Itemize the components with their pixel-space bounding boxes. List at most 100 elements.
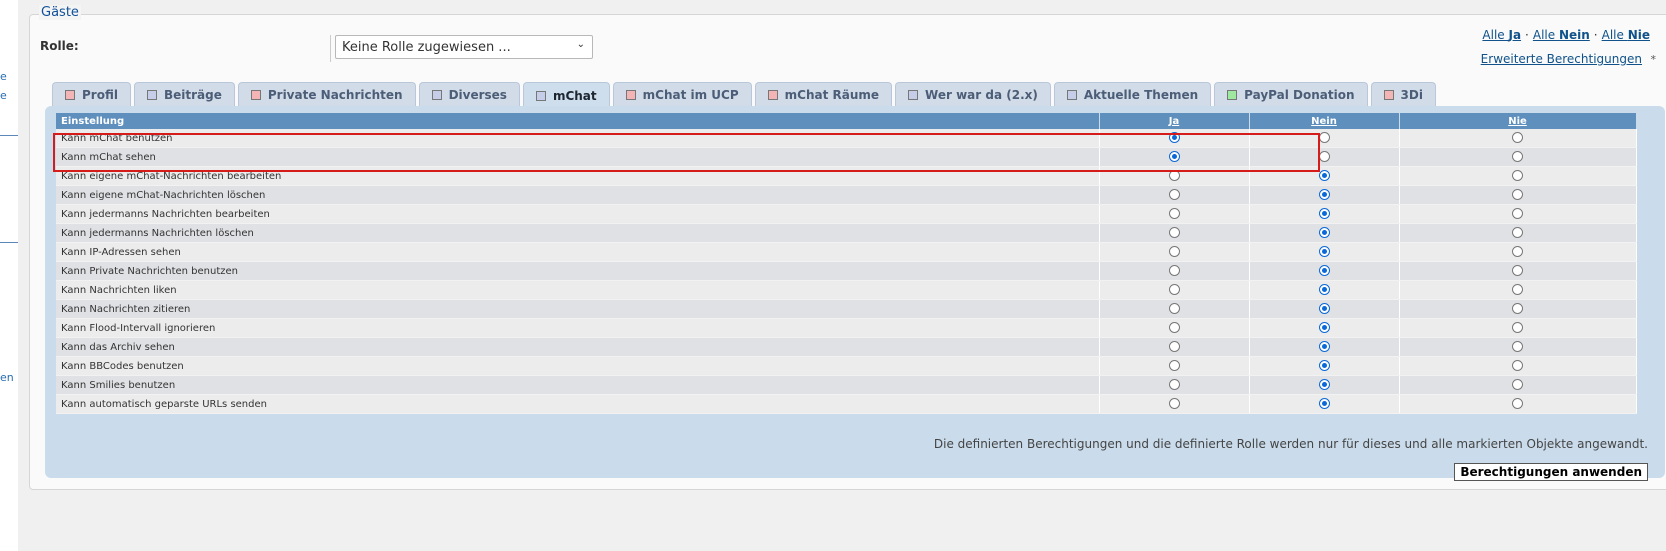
- category-color-icon: [250, 90, 261, 100]
- radio-never[interactable]: [1512, 151, 1523, 163]
- all-yes-link[interactable]: Alle Ja: [1482, 28, 1521, 42]
- tab-private-nachrichten[interactable]: Private Nachrichten: [237, 82, 416, 107]
- radio-no[interactable]: [1318, 265, 1330, 277]
- permission-label: Kann IP-Adressen sehen: [56, 242, 1100, 262]
- tab-aktuelle-themen[interactable]: Aktuelle Themen: [1053, 82, 1212, 107]
- radio-yes[interactable]: [1168, 227, 1180, 239]
- apply-permissions-button[interactable]: Berechtigungen anwenden: [1454, 463, 1648, 481]
- permission-label: Kann BBCodes benutzen: [56, 356, 1100, 376]
- radio-yes[interactable]: [1168, 170, 1180, 182]
- table-row: Kann automatisch geparste URLs senden: [56, 394, 1637, 414]
- table-row: Kann das Archiv sehen: [56, 337, 1637, 357]
- radio-no[interactable]: [1318, 360, 1330, 372]
- radio-no[interactable]: [1318, 379, 1330, 391]
- all-no-link[interactable]: Alle Nein: [1533, 28, 1590, 42]
- radio-yes[interactable]: [1168, 379, 1180, 391]
- radio-yes[interactable]: [1168, 303, 1180, 315]
- radio-never[interactable]: [1512, 303, 1523, 315]
- sidebar-fragment[interactable]: e: [0, 89, 7, 102]
- advanced-permissions-link[interactable]: Erweiterte Berechtigungen: [1481, 52, 1642, 66]
- radio-never[interactable]: [1512, 360, 1523, 372]
- radio-yes[interactable]: [1168, 246, 1180, 258]
- radio-never[interactable]: [1512, 170, 1523, 182]
- radio-no[interactable]: [1318, 341, 1330, 353]
- role-select-value: Keine Rolle zugewiesen ...: [342, 40, 511, 55]
- tab-wer-war-da-2-x[interactable]: Wer war da (2.x): [895, 82, 1051, 107]
- table-row: Kann jedermanns Nachrichten bearbeiten: [56, 204, 1637, 224]
- radio-no[interactable]: [1318, 208, 1330, 220]
- tab-label: 3Di: [1400, 88, 1423, 102]
- cell-yes: [1099, 318, 1250, 338]
- all-never-link[interactable]: Alle Nie: [1602, 28, 1650, 42]
- left-sidebar-edge: e e en: [0, 0, 18, 551]
- quick-links: Alle Ja · Alle Nein · Alle Nie: [1482, 28, 1650, 42]
- tab-label: mChat im UCP: [642, 88, 739, 102]
- tab-3di[interactable]: 3Di: [1370, 82, 1436, 107]
- cell-never: [1399, 129, 1637, 148]
- radio-never[interactable]: [1512, 341, 1523, 353]
- radio-no[interactable]: [1318, 151, 1330, 163]
- tab-diverses[interactable]: Diverses: [418, 82, 520, 107]
- tab-mchat[interactable]: mChat: [522, 82, 610, 108]
- table-header-row: Einstellung Ja Nein Nie: [56, 113, 1637, 129]
- radio-never[interactable]: [1512, 379, 1523, 391]
- radio-yes[interactable]: [1168, 208, 1180, 220]
- radio-no[interactable]: [1318, 284, 1330, 296]
- chevron-down-icon: ⌄: [576, 39, 585, 50]
- sidebar-divider: [0, 242, 18, 243]
- tab-label: Profil: [82, 88, 118, 102]
- header-never: Nie: [1399, 113, 1637, 129]
- radio-never[interactable]: [1512, 189, 1523, 201]
- tab-beiträge[interactable]: Beiträge: [133, 82, 235, 107]
- tab-label: Private Nachrichten: [267, 88, 403, 102]
- tab-label: Wer war da (2.x): [925, 88, 1038, 102]
- radio-yes[interactable]: [1168, 189, 1180, 201]
- radio-yes[interactable]: [1168, 341, 1180, 353]
- radio-yes[interactable]: [1168, 132, 1180, 144]
- select-all-yes-link[interactable]: Ja: [1169, 116, 1179, 127]
- radio-never[interactable]: [1512, 132, 1523, 144]
- cell-never: [1399, 280, 1637, 300]
- header-no: Nein: [1249, 113, 1400, 129]
- radio-never[interactable]: [1512, 208, 1523, 220]
- tab-mchat-im-ucp[interactable]: mChat im UCP: [612, 82, 752, 107]
- radio-no[interactable]: [1318, 303, 1330, 315]
- radio-no[interactable]: [1318, 322, 1330, 334]
- cell-no: [1249, 375, 1400, 395]
- radio-never[interactable]: [1512, 398, 1523, 410]
- radio-yes[interactable]: [1168, 360, 1180, 372]
- radio-never[interactable]: [1512, 322, 1523, 334]
- radio-no[interactable]: [1318, 189, 1330, 201]
- radio-never[interactable]: [1512, 284, 1523, 296]
- category-color-icon: [535, 90, 546, 101]
- radio-never[interactable]: [1512, 227, 1523, 239]
- radio-yes[interactable]: [1168, 322, 1180, 334]
- radio-no[interactable]: [1318, 246, 1330, 258]
- cell-no: [1249, 337, 1400, 357]
- tab-profil[interactable]: Profil: [52, 82, 131, 107]
- radio-never[interactable]: [1512, 265, 1523, 277]
- select-all-no-link[interactable]: Nein: [1311, 116, 1337, 127]
- radio-never[interactable]: [1512, 246, 1523, 258]
- radio-yes[interactable]: [1168, 151, 1180, 163]
- radio-no[interactable]: [1318, 170, 1330, 182]
- radio-no[interactable]: [1318, 398, 1330, 410]
- radio-no[interactable]: [1318, 132, 1330, 144]
- sidebar-fragment[interactable]: e: [0, 70, 7, 83]
- cell-yes: [1099, 185, 1250, 205]
- tab-mchat-räume[interactable]: mChat Räume: [754, 82, 893, 107]
- radio-yes[interactable]: [1168, 284, 1180, 296]
- cell-yes: [1099, 375, 1250, 395]
- radio-yes[interactable]: [1168, 265, 1180, 277]
- sidebar-fragment[interactable]: en: [0, 371, 14, 384]
- table-row: Kann Nachrichten liken: [56, 280, 1637, 300]
- radio-no[interactable]: [1318, 227, 1330, 239]
- category-color-icon: [767, 90, 778, 100]
- cell-no: [1249, 261, 1400, 281]
- select-all-never-link[interactable]: Nie: [1508, 116, 1527, 127]
- cell-never: [1399, 204, 1637, 224]
- table-row: Kann jedermanns Nachrichten löschen: [56, 223, 1637, 243]
- role-select[interactable]: Keine Rolle zugewiesen ... ⌄: [335, 35, 593, 59]
- tab-paypal-donation[interactable]: PayPal Donation: [1214, 82, 1368, 107]
- radio-yes[interactable]: [1168, 398, 1180, 410]
